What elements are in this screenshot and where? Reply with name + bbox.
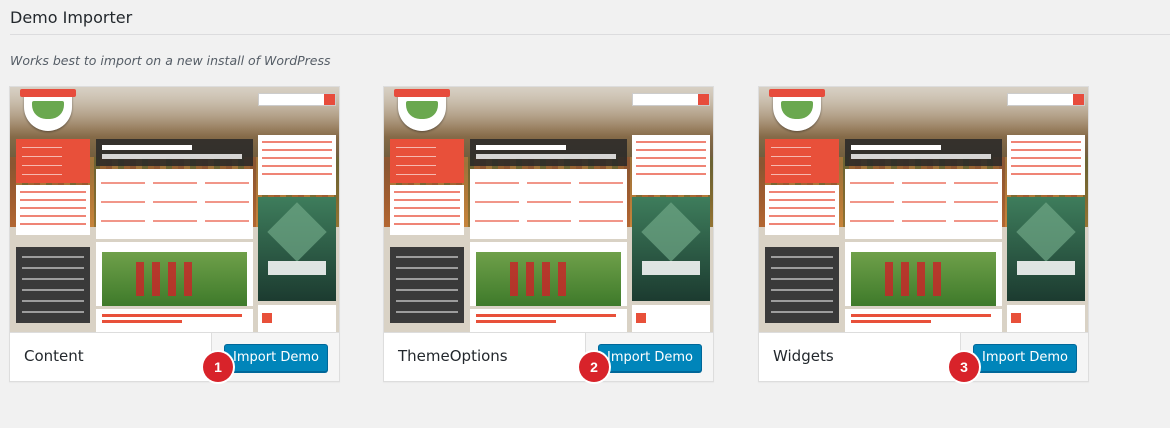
- demo-card-footer: Content Import Demo: [10, 332, 339, 381]
- demo-name: ThemeOptions: [398, 347, 508, 365]
- demo-thumbnail: [759, 87, 1088, 332]
- demo-name: Content: [24, 347, 84, 365]
- page-title: Demo Importer: [10, 8, 133, 27]
- step-badge-3: 3: [949, 352, 979, 382]
- step-badge-1: 1: [203, 352, 233, 382]
- import-demo-button[interactable]: Import Demo: [224, 344, 328, 372]
- demo-card-themeoptions: ThemeOptions Import Demo: [383, 86, 714, 382]
- demo-card-content: Content Import Demo: [9, 86, 340, 382]
- import-demo-button[interactable]: Import Demo: [598, 344, 702, 372]
- demo-actions: Import Demo: [960, 333, 1088, 381]
- title-divider: [10, 34, 1170, 35]
- demo-thumbnail: [10, 87, 339, 332]
- import-demo-button[interactable]: Import Demo: [973, 344, 1077, 372]
- demo-name: Widgets: [773, 347, 834, 365]
- demo-card-footer: ThemeOptions Import Demo: [384, 332, 713, 381]
- demo-thumbnail: [384, 87, 713, 332]
- step-badge-2: 2: [579, 352, 609, 382]
- demo-card-widgets: Widgets Import Demo: [758, 86, 1089, 382]
- page-subtitle: Works best to import on a new install of…: [10, 53, 331, 68]
- demo-card-footer: Widgets Import Demo: [759, 332, 1088, 381]
